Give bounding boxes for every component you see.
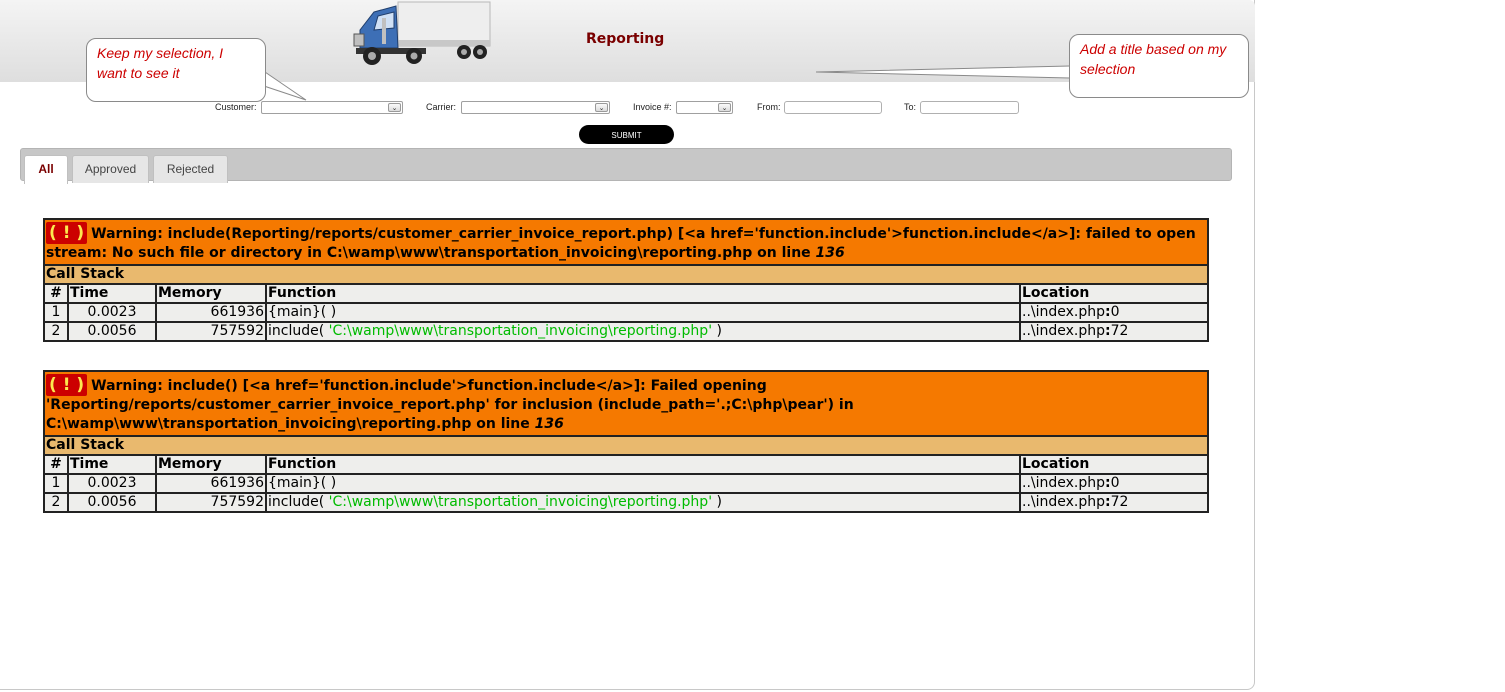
tab-rejected[interactable]: Rejected <box>153 155 228 183</box>
carrier-label: Carrier: <box>426 102 457 112</box>
chevron-down-icon: ⌄ <box>718 103 731 112</box>
annotation-callout-left: Keep my selection, I want to see it <box>86 38 266 102</box>
page-title: Reporting <box>586 31 665 47</box>
table-row: 1 0.0023 661936 {main}( ) ..\index.php:0 <box>43 302 1209 323</box>
stack-memory: 661936 <box>155 473 267 494</box>
function-name: {main}( ) <box>268 304 337 320</box>
stack-memory: 757592 <box>155 321 267 342</box>
column-header: Time <box>67 454 157 475</box>
truck-icon <box>353 1 491 65</box>
warning-icon: ( ! ) <box>46 374 88 396</box>
function-name: include( <box>268 323 329 339</box>
stack-time: 0.0056 <box>67 492 157 513</box>
location-line: 72 <box>1110 323 1129 339</box>
location-line: 0 <box>1110 304 1120 320</box>
column-header: Function <box>265 283 1021 304</box>
column-header: Function <box>265 454 1021 475</box>
warning-message: ( ! ) Warning: include() [<a href='functi… <box>43 370 1209 437</box>
stack-function: {main}( ) <box>265 302 1021 323</box>
function-arg: 'C:\wamp\www\transportation_invoicing\re… <box>328 494 713 510</box>
stack-location: ..\index.php:0 <box>1019 473 1209 494</box>
warning-line: 136 <box>534 416 564 432</box>
column-header: Location <box>1019 454 1209 475</box>
function-name: {main}( ) <box>268 475 337 491</box>
tab-approved[interactable]: Approved <box>72 155 149 183</box>
stack-memory: 661936 <box>155 302 267 323</box>
stack-num: 1 <box>43 302 69 323</box>
column-header: Time <box>67 283 157 304</box>
location-line: 0 <box>1110 475 1120 491</box>
php-warning-table: ( ! ) Warning: include() [<a href='functi… <box>43 370 1209 513</box>
from-date-input[interactable] <box>784 101 882 114</box>
carrier-select[interactable]: ⌄ <box>461 101 610 114</box>
column-header: Location <box>1019 283 1209 304</box>
table-row: 1 0.0023 661936 {main}( ) ..\index.php:0 <box>43 473 1209 494</box>
chevron-down-icon: ⌄ <box>388 103 401 112</box>
call-stack-title: Call Stack <box>43 435 1209 456</box>
stack-time: 0.0023 <box>67 302 157 323</box>
stack-location: ..\index.php:72 <box>1019 321 1209 342</box>
location-file: ..\index.php <box>1022 475 1106 491</box>
location-file: ..\index.php <box>1022 323 1106 339</box>
stack-num: 2 <box>43 492 69 513</box>
from-label: From: <box>757 102 781 112</box>
warning-line: 136 <box>815 245 845 261</box>
stack-num: 1 <box>43 473 69 494</box>
chevron-down-icon: ⌄ <box>595 103 608 112</box>
warning-icon: ( ! ) <box>46 222 88 244</box>
table-row: 2 0.0056 757592 include( 'C:\wamp\www\tr… <box>43 492 1209 513</box>
stack-time: 0.0023 <box>67 473 157 494</box>
submit-button[interactable]: SUBMIT <box>579 125 674 144</box>
stack-time: 0.0056 <box>67 321 157 342</box>
column-header: Memory <box>155 283 267 304</box>
stack-num: 2 <box>43 321 69 342</box>
stack-function: {main}( ) <box>265 473 1021 494</box>
tab-all[interactable]: All <box>24 155 68 184</box>
stack-location: ..\index.php:0 <box>1019 302 1209 323</box>
page-frame <box>0 0 1255 690</box>
column-header: Memory <box>155 454 267 475</box>
stack-function: include( 'C:\wamp\www\transportation_inv… <box>265 321 1021 342</box>
customer-select[interactable]: ⌄ <box>261 101 403 114</box>
function-arg: 'C:\wamp\www\transportation_invoicing\re… <box>328 323 713 339</box>
location-line: 72 <box>1110 494 1129 510</box>
stack-location: ..\index.php:72 <box>1019 492 1209 513</box>
stack-memory: 757592 <box>155 492 267 513</box>
invoice-label: Invoice #: <box>633 102 672 112</box>
customer-label: Customer: <box>215 102 257 112</box>
table-row: 2 0.0056 757592 include( 'C:\wamp\www\tr… <box>43 321 1209 342</box>
to-date-input[interactable] <box>920 101 1019 114</box>
invoice-select[interactable]: ⌄ <box>676 101 733 114</box>
php-warning-table: ( ! ) Warning: include(Reporting/reports/… <box>43 218 1209 342</box>
annotation-callout-right: Add a title based on my selection <box>1069 34 1249 98</box>
location-file: ..\index.php <box>1022 304 1106 320</box>
column-header: # <box>43 283 69 304</box>
tab-bar: All Approved Rejected <box>20 148 1232 184</box>
warning-text: Warning: include(Reporting/reports/custo… <box>46 226 1196 261</box>
call-stack-title: Call Stack <box>43 264 1209 285</box>
stack-function: include( 'C:\wamp\www\transportation_inv… <box>265 492 1021 513</box>
column-header: # <box>43 454 69 475</box>
function-end: ) <box>712 494 722 510</box>
warning-message: ( ! ) Warning: include(Reporting/reports/… <box>43 218 1209 266</box>
to-label: To: <box>904 102 917 112</box>
location-file: ..\index.php <box>1022 494 1106 510</box>
function-end: ) <box>712 323 722 339</box>
function-name: include( <box>268 494 329 510</box>
warning-text: Warning: include() [<a href='function.in… <box>46 378 854 432</box>
